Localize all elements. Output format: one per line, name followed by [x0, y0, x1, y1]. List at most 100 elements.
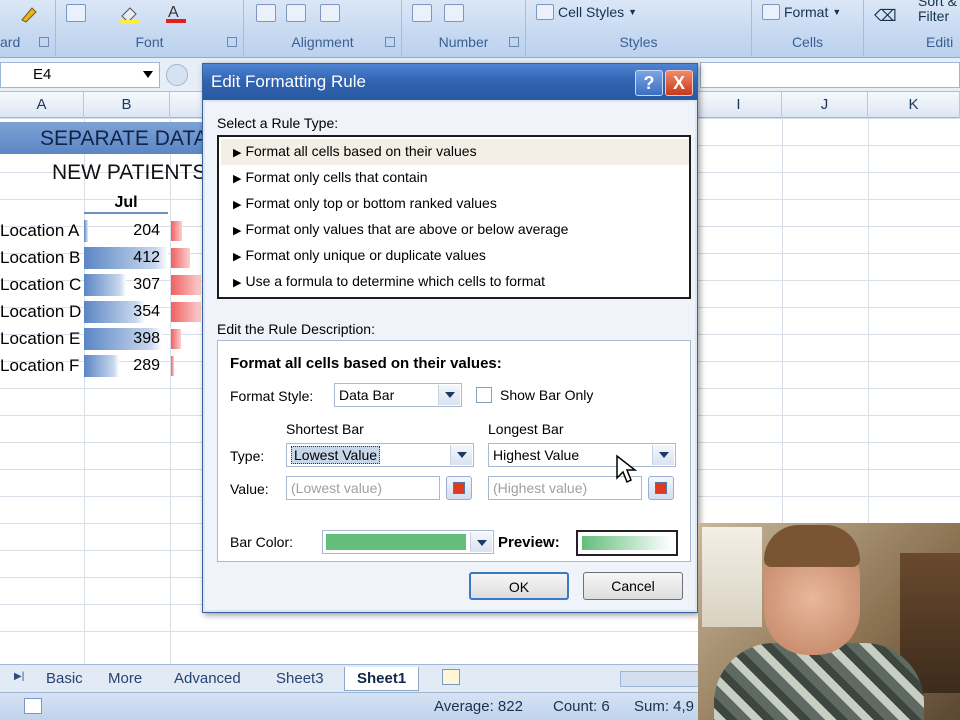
fill-color-icon[interactable] [118, 4, 142, 24]
borders-icon[interactable] [66, 4, 86, 22]
row-label: Location F [0, 356, 80, 375]
cell-value: 289 [133, 357, 160, 374]
cell-value: 398 [133, 330, 160, 347]
presenter-hair [764, 525, 860, 567]
longest-type-select[interactable]: Highest Value [488, 443, 676, 467]
data-bar [84, 355, 119, 377]
function-icon[interactable] [166, 64, 188, 86]
chevron-down-icon[interactable] [470, 532, 492, 552]
tab-scroll-right-icon[interactable]: ▶| [14, 671, 24, 682]
dialog-title-bar[interactable]: Edit Formatting Rule ? X [203, 64, 697, 100]
sort-filter-button[interactable]: Sort & Filter [918, 0, 957, 24]
data-bar-cell[interactable]: 307 [84, 274, 168, 296]
ready-icon [24, 698, 42, 714]
show-bar-only-label[interactable]: Show Bar Only [500, 387, 593, 403]
clear-button[interactable]: ⌫ [874, 6, 897, 26]
chevron-down-icon[interactable] [143, 71, 153, 78]
sheet-title: SEPARATE DATA [40, 127, 208, 150]
data-bar-red [171, 329, 181, 349]
data-bar-cell[interactable]: 289 [84, 355, 168, 377]
decrease-indent-icon[interactable] [256, 4, 276, 22]
data-bar-cell[interactable]: 398 [84, 328, 168, 350]
rule-type-list[interactable]: ▶ Format all cells based on their values ▶… [217, 135, 691, 299]
chevron-down-icon[interactable] [652, 445, 674, 465]
cell-value: 354 [133, 303, 160, 320]
number-launcher-icon[interactable] [509, 37, 519, 47]
row-label: Location B [0, 248, 81, 267]
cancel-button[interactable]: Cancel [583, 572, 683, 600]
font-launcher-icon[interactable] [227, 37, 237, 47]
ok-button[interactable]: OK [469, 572, 569, 600]
sheet-tab[interactable]: Sheet3 [276, 667, 324, 691]
sheet-subtitle: NEW PATIENTS [52, 161, 207, 184]
column-header-k[interactable]: K [868, 92, 960, 118]
column-header-b[interactable]: B [84, 92, 170, 118]
cell-styles-icon [536, 4, 554, 20]
font-color-icon[interactable]: A [164, 2, 188, 24]
column-header-a[interactable]: A [0, 92, 84, 118]
longest-value-ref-button[interactable] [648, 476, 674, 500]
increase-indent-icon[interactable] [286, 4, 306, 22]
arrow-right-icon: ▶ [233, 173, 242, 185]
cells-group-label: Cells [791, 34, 824, 50]
data-bar-cell[interactable]: 354 [84, 301, 168, 323]
shortest-type-value: Lowest Value [291, 446, 381, 464]
arrow-right-icon: ▶ [233, 251, 242, 263]
chevron-down-icon[interactable] [450, 445, 472, 465]
eraser-icon: ⌫ [874, 8, 897, 25]
data-bar-cell[interactable]: 204 [84, 220, 168, 242]
styles-group-label: Styles [619, 34, 658, 50]
status-average: Average: 822 [434, 698, 523, 715]
column-header-j[interactable]: J [782, 92, 868, 118]
close-button[interactable]: X [665, 70, 693, 96]
shortest-value-ref-button[interactable] [446, 476, 472, 500]
format-painter-icon[interactable] [18, 4, 40, 24]
arrow-right-icon: ▶ [233, 199, 242, 211]
rule-type-item[interactable]: ▶ Format only unique or duplicate values [221, 243, 689, 269]
row-label: Location A [0, 221, 80, 240]
sheet-tab[interactable]: Basic [46, 667, 83, 691]
help-button[interactable]: ? [635, 70, 663, 96]
insert-sheet-icon[interactable] [442, 669, 460, 685]
bar-color-picker[interactable] [322, 530, 494, 554]
clipboard-launcher-icon[interactable] [39, 37, 49, 47]
dialog-title: Edit Formatting Rule [211, 72, 366, 91]
rule-type-item[interactable]: ▶ Use a formula to determine which cells … [221, 269, 689, 295]
formula-input[interactable] [700, 62, 960, 88]
cell-styles-button[interactable]: Cell Styles ▼ [536, 4, 637, 20]
editing-group-label: Editi [926, 34, 954, 50]
name-box[interactable]: E4 [0, 62, 160, 88]
number-group: Number [402, 0, 526, 56]
sheet-tab[interactable]: Advanced [174, 667, 241, 691]
column-header-i[interactable]: I [696, 92, 782, 118]
preview-label: Preview: [498, 534, 560, 551]
decrease-decimal-icon[interactable] [444, 4, 464, 22]
rule-type-item[interactable]: ▶ Format only top or bottom ranked values [221, 191, 689, 217]
orientation-icon[interactable] [320, 4, 340, 22]
font-group-label: Font [135, 34, 164, 50]
rule-description-panel: Format all cells based on their values: … [217, 340, 691, 562]
value-label: Value: [230, 481, 269, 497]
shortest-type-select[interactable]: Lowest Value [286, 443, 474, 467]
rule-type-item[interactable]: ▶ Format all cells based on their values [221, 139, 689, 165]
mouse-cursor-icon [616, 454, 637, 484]
name-box-value: E4 [33, 66, 52, 83]
styles-group: Cell Styles ▼ Styles [526, 0, 752, 56]
font-group: A Font [56, 0, 244, 56]
bar-color-swatch [326, 534, 466, 550]
number-group-label: Number [438, 34, 489, 50]
shortest-value-input[interactable]: (Lowest value) [286, 476, 440, 500]
alignment-launcher-icon[interactable] [385, 37, 395, 47]
sheet-tab[interactable]: More [108, 667, 142, 691]
sheet-tab[interactable]: Sheet1 [344, 667, 420, 691]
rule-type-item[interactable]: ▶ Format only values that are above or be… [221, 217, 689, 243]
data-bar-cell[interactable]: 412 [84, 247, 168, 269]
horizontal-scrollbar[interactable] [620, 671, 700, 687]
rule-type-item[interactable]: ▶ Format only cells that contain [221, 165, 689, 191]
arrow-right-icon: ▶ [233, 277, 242, 289]
show-bar-only-checkbox[interactable] [476, 387, 492, 403]
increase-decimal-icon[interactable] [412, 4, 432, 22]
format-button[interactable]: Format ▼ [762, 4, 841, 20]
chevron-down-icon[interactable] [438, 385, 460, 405]
format-style-select[interactable]: Data Bar [334, 383, 462, 407]
